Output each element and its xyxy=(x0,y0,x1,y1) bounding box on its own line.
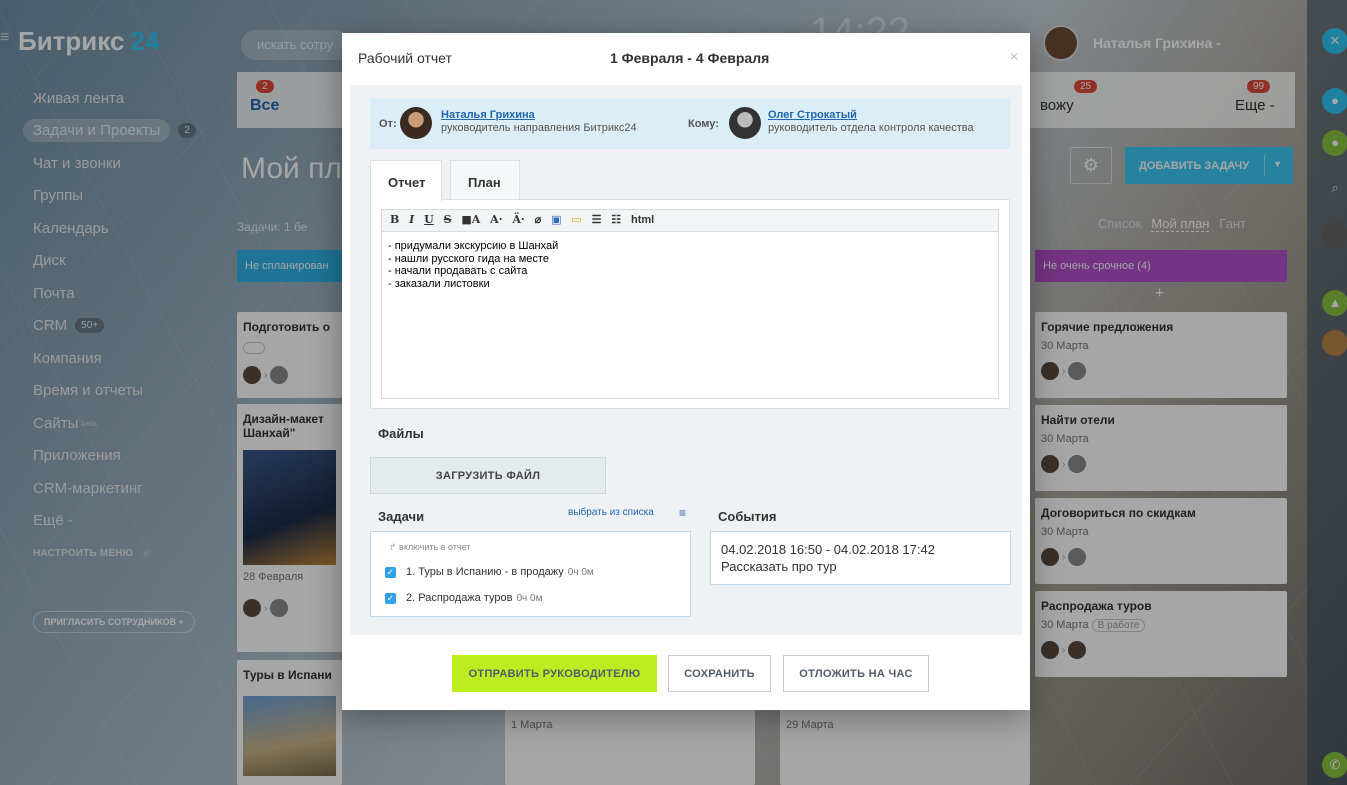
report-text-area[interactable]: - придумали экскурсию в Шанхай - нашли р… xyxy=(381,231,999,399)
report-line: - придумали экскурсию в Шанхай xyxy=(388,240,559,252)
task-name: 1. Туры в Испанию - в продажу xyxy=(406,566,564,578)
work-report-dialog: Рабочий отчет 1 Февраля - 4 Февраля × От… xyxy=(342,33,1030,710)
events-heading: События xyxy=(718,509,777,524)
dialog-title: Рабочий отчет xyxy=(358,50,452,66)
dialog-dates: 1 Февраля - 4 Февраля xyxy=(610,50,770,66)
italic-icon[interactable]: I xyxy=(409,213,414,226)
avatar xyxy=(729,107,761,139)
from-label: От: xyxy=(379,118,397,130)
pick-from-list-link[interactable]: выбрать из списка xyxy=(568,507,654,518)
event-item[interactable]: 04.02.2018 16:50 - 04.02.2018 17:42 Расс… xyxy=(710,531,1011,585)
font-size-icon[interactable]: A· xyxy=(490,213,502,226)
task-name: 2. Распродажа туров xyxy=(406,592,513,604)
tab-plan[interactable]: План xyxy=(450,160,520,200)
remove-format-icon[interactable]: ■A xyxy=(461,213,480,226)
from-to-bar: От: Наталья Грихина руководитель направл… xyxy=(370,98,1010,149)
image-icon[interactable]: ▣ xyxy=(551,213,561,226)
files-heading: Файлы xyxy=(378,426,424,441)
tab-report[interactable]: Отчет xyxy=(370,160,442,201)
bullet-list-icon[interactable]: ☷ xyxy=(611,213,621,226)
postpone-hour-button[interactable]: ОТЛОЖИТЬ НА ЧАС xyxy=(783,655,929,692)
upload-file-button[interactable]: ЗАГРУЗИТЬ ФАЙЛ xyxy=(370,457,606,494)
to-name-link[interactable]: Олег Строкатый xyxy=(768,109,857,121)
dialog-footer: ОТПРАВИТЬ РУКОВОДИТЕЛЮ СОХРАНИТЬ ОТЛОЖИТ… xyxy=(342,635,1030,710)
eraser-icon[interactable]: ⌀ xyxy=(535,213,542,226)
send-to-manager-button[interactable]: ОТПРАВИТЬ РУКОВОДИТЕЛЮ xyxy=(452,655,657,692)
table-icon[interactable]: ▭ xyxy=(571,213,581,226)
event-name: Рассказать про тур xyxy=(721,559,837,574)
list-icon[interactable]: ≡ xyxy=(679,506,686,520)
report-line: - нашли русского гида на месте xyxy=(388,252,549,265)
report-line: - начали продавать с сайта xyxy=(388,265,528,277)
report-line: - заказали листовки xyxy=(388,277,490,290)
numbered-list-icon[interactable]: ☰ xyxy=(592,213,602,226)
bold-icon[interactable]: B xyxy=(390,213,399,226)
tasks-list: ↱ включить в отчет ✓ 1. Туры в Испанию -… xyxy=(370,531,691,617)
font-color-icon[interactable]: Ä· xyxy=(512,213,524,226)
from-name-link[interactable]: Наталья Грихина xyxy=(441,109,535,121)
from-role: руководитель направления Битрикс24 xyxy=(441,122,637,134)
include-in-report-hint: ↱ включить в отчет xyxy=(389,542,471,552)
include-label: включить в отчет xyxy=(399,542,471,552)
avatar xyxy=(400,107,432,139)
save-button[interactable]: СОХРАНИТЬ xyxy=(668,655,771,692)
task-row[interactable]: 2. Распродажа туров 0ч 0м xyxy=(406,592,542,604)
event-time: 04.02.2018 16:50 - 04.02.2018 17:42 xyxy=(721,542,935,557)
editor-toolbar: B I U S ■A A· Ä· ⌀ ▣ ▭ ☰ ☷ html xyxy=(381,209,999,231)
report-editor: B I U S ■A A· Ä· ⌀ ▣ ▭ ☰ ☷ html - придум… xyxy=(370,199,1010,409)
task-checkbox[interactable]: ✓ xyxy=(385,593,396,604)
dialog-body: От: Наталья Грихина руководитель направл… xyxy=(350,85,1022,635)
task-time: 0ч 0м xyxy=(516,593,543,604)
task-checkbox[interactable]: ✓ xyxy=(385,567,396,578)
to-role: руководитель отдела контроля качества xyxy=(768,122,974,134)
task-time: 0ч 0м xyxy=(567,567,594,578)
tasks-heading: Задачи xyxy=(378,509,425,524)
html-mode-button[interactable]: html xyxy=(631,214,654,226)
task-row[interactable]: 1. Туры в Испанию - в продажу 0ч 0м xyxy=(406,566,594,578)
to-label: Кому: xyxy=(688,118,719,130)
underline-icon[interactable]: U xyxy=(424,213,434,226)
strikethrough-icon[interactable]: S xyxy=(444,213,452,226)
close-icon[interactable]: × xyxy=(1010,48,1018,64)
